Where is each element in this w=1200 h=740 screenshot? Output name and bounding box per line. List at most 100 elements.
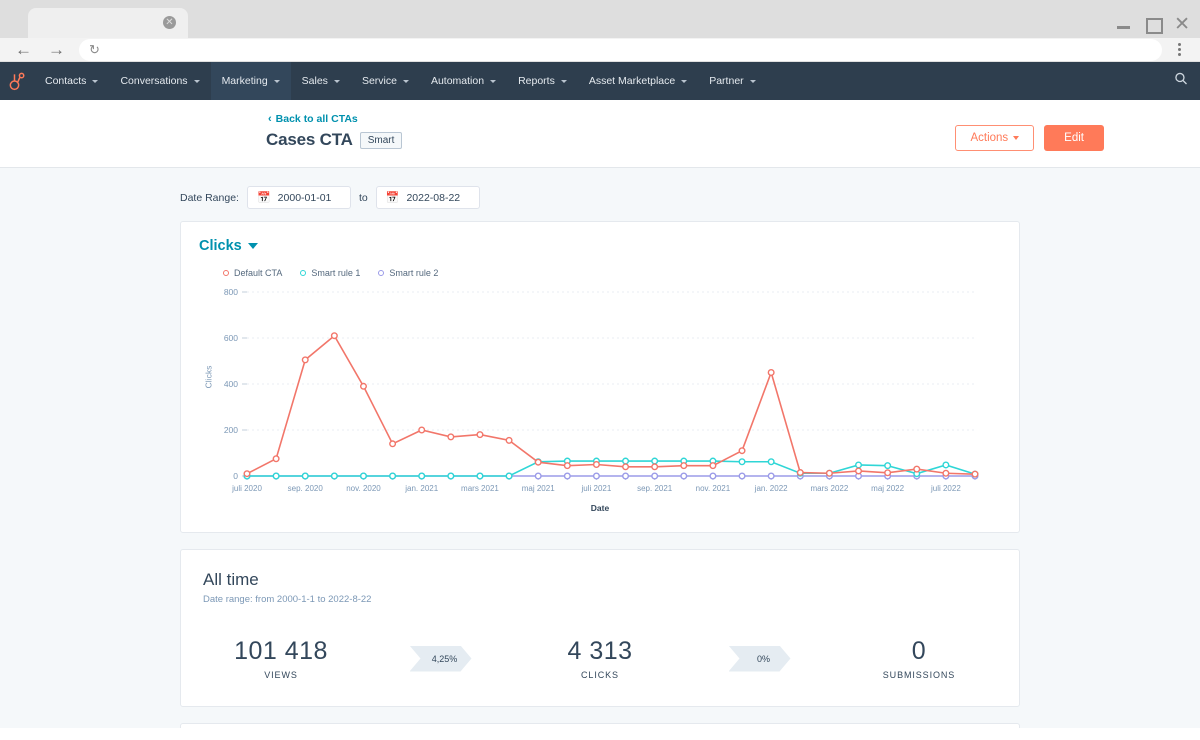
data-point[interactable] (651, 472, 659, 480)
legend-label: Smart rule 1 (311, 268, 361, 278)
metric-selector-label: Clicks (199, 238, 242, 254)
x-axis-tick: juli 2020 (231, 484, 262, 493)
data-point[interactable] (359, 472, 367, 480)
data-point[interactable] (330, 472, 338, 480)
data-point[interactable] (563, 472, 571, 480)
legend-item[interactable]: Smart rule 1 (300, 268, 360, 278)
back-arrow-icon[interactable]: ← (15, 41, 32, 58)
data-point[interactable] (942, 469, 950, 477)
edit-button[interactable]: Edit (1044, 125, 1104, 151)
nav-item-contacts[interactable]: Contacts (34, 62, 109, 100)
data-point[interactable] (855, 461, 863, 469)
data-point[interactable] (563, 462, 571, 470)
data-point[interactable] (825, 469, 833, 477)
chevron-down-icon (490, 79, 497, 83)
data-point[interactable] (301, 356, 309, 364)
data-point[interactable] (709, 462, 717, 470)
data-point[interactable] (447, 472, 455, 480)
data-point[interactable] (272, 472, 280, 480)
data-point[interactable] (389, 440, 397, 448)
actions-button[interactable]: Actions (955, 125, 1035, 151)
data-point[interactable] (389, 472, 397, 480)
data-point[interactable] (418, 426, 426, 434)
data-point[interactable] (738, 458, 746, 466)
x-axis-tick: mars 2021 (461, 484, 499, 493)
data-point[interactable] (651, 463, 659, 471)
reload-icon[interactable]: ↻ (89, 42, 100, 58)
data-point[interactable] (767, 458, 775, 466)
data-point[interactable] (651, 457, 659, 465)
y-axis-tick: 400 (224, 379, 238, 389)
data-point[interactable] (418, 472, 426, 480)
data-point[interactable] (592, 472, 600, 480)
data-point[interactable] (971, 470, 979, 478)
actions-button-label: Actions (970, 132, 1009, 144)
data-point[interactable] (767, 368, 775, 376)
nav-item-automation[interactable]: Automation (420, 62, 507, 100)
data-point[interactable] (534, 458, 542, 466)
maximize-button[interactable] (1145, 17, 1164, 34)
nav-item-partner[interactable]: Partner (698, 62, 766, 100)
nav-item-asset-marketplace[interactable]: Asset Marketplace (578, 62, 698, 100)
data-point[interactable] (738, 447, 746, 455)
data-point[interactable] (709, 472, 717, 480)
data-point[interactable] (447, 433, 455, 441)
legend-item[interactable]: Default CTA (223, 268, 282, 278)
date-range-to-label: to (358, 191, 368, 204)
forward-arrow-icon[interactable]: → (48, 41, 65, 58)
legend-item[interactable]: Smart rule 2 (378, 268, 438, 278)
data-point[interactable] (680, 472, 688, 480)
legend-label: Smart rule 2 (389, 268, 439, 278)
data-point[interactable] (476, 472, 484, 480)
nav-item-conversations[interactable]: Conversations (109, 62, 210, 100)
data-point[interactable] (796, 469, 804, 477)
url-bar[interactable]: ↻ (79, 38, 1162, 61)
data-point[interactable] (738, 472, 746, 480)
data-point[interactable] (942, 461, 950, 469)
data-point[interactable] (622, 457, 630, 465)
breadcrumb[interactable]: ‹ Back to all CTAs (268, 113, 358, 125)
data-point[interactable] (680, 462, 688, 470)
data-point[interactable] (330, 332, 338, 340)
data-point[interactable] (505, 472, 513, 480)
y-axis-tick: 200 (224, 425, 238, 435)
x-axis-tick: maj 2022 (871, 484, 904, 493)
data-point[interactable] (913, 465, 921, 473)
data-point[interactable] (476, 431, 484, 439)
start-date-input[interactable]: 📅 2000-01-01 (246, 186, 351, 209)
data-point[interactable] (243, 470, 251, 478)
data-point[interactable] (301, 472, 309, 480)
x-axis-tick: nov. 2021 (696, 484, 731, 493)
data-point[interactable] (622, 463, 630, 471)
data-point[interactable] (592, 460, 600, 468)
hubspot-logo[interactable] (0, 62, 34, 100)
x-axis-tick: juli 2022 (930, 484, 961, 493)
nav-item-service[interactable]: Service (351, 62, 420, 100)
search-icon[interactable] (1174, 72, 1188, 91)
window-close-button[interactable]: ✕ (1174, 15, 1190, 34)
nav-item-marketing[interactable]: Marketing (210, 62, 291, 100)
series-line-default-cta (246, 334, 976, 475)
browser-chrome: ✕ ✕ ← → ↻ (0, 0, 1200, 62)
minimize-button[interactable] (1116, 17, 1131, 32)
data-point[interactable] (272, 455, 280, 463)
data-point[interactable] (359, 382, 367, 390)
data-point[interactable] (505, 436, 513, 444)
end-date-input[interactable]: 📅 2022-08-22 (375, 186, 480, 209)
nav-item-reports[interactable]: Reports (507, 62, 578, 100)
metric-selector[interactable]: Clicks (199, 238, 1001, 254)
nav-item-label: Contacts (45, 75, 87, 87)
close-icon[interactable]: ✕ (163, 16, 176, 29)
data-point[interactable] (884, 462, 892, 470)
data-point[interactable] (534, 472, 542, 480)
data-point[interactable] (884, 469, 892, 477)
stat-value: 101 418 (234, 637, 328, 665)
data-point[interactable] (767, 472, 775, 480)
data-point[interactable] (622, 472, 630, 480)
data-point[interactable] (855, 467, 863, 475)
nav-item-sales[interactable]: Sales (291, 62, 351, 100)
chart-legend: Default CTA Smart rule 1 Smart rule 2 (223, 268, 1001, 278)
nav-item-label: Conversations (120, 75, 188, 87)
y-axis-tick: 600 (224, 333, 238, 343)
browser-menu-icon[interactable] (1168, 43, 1190, 56)
